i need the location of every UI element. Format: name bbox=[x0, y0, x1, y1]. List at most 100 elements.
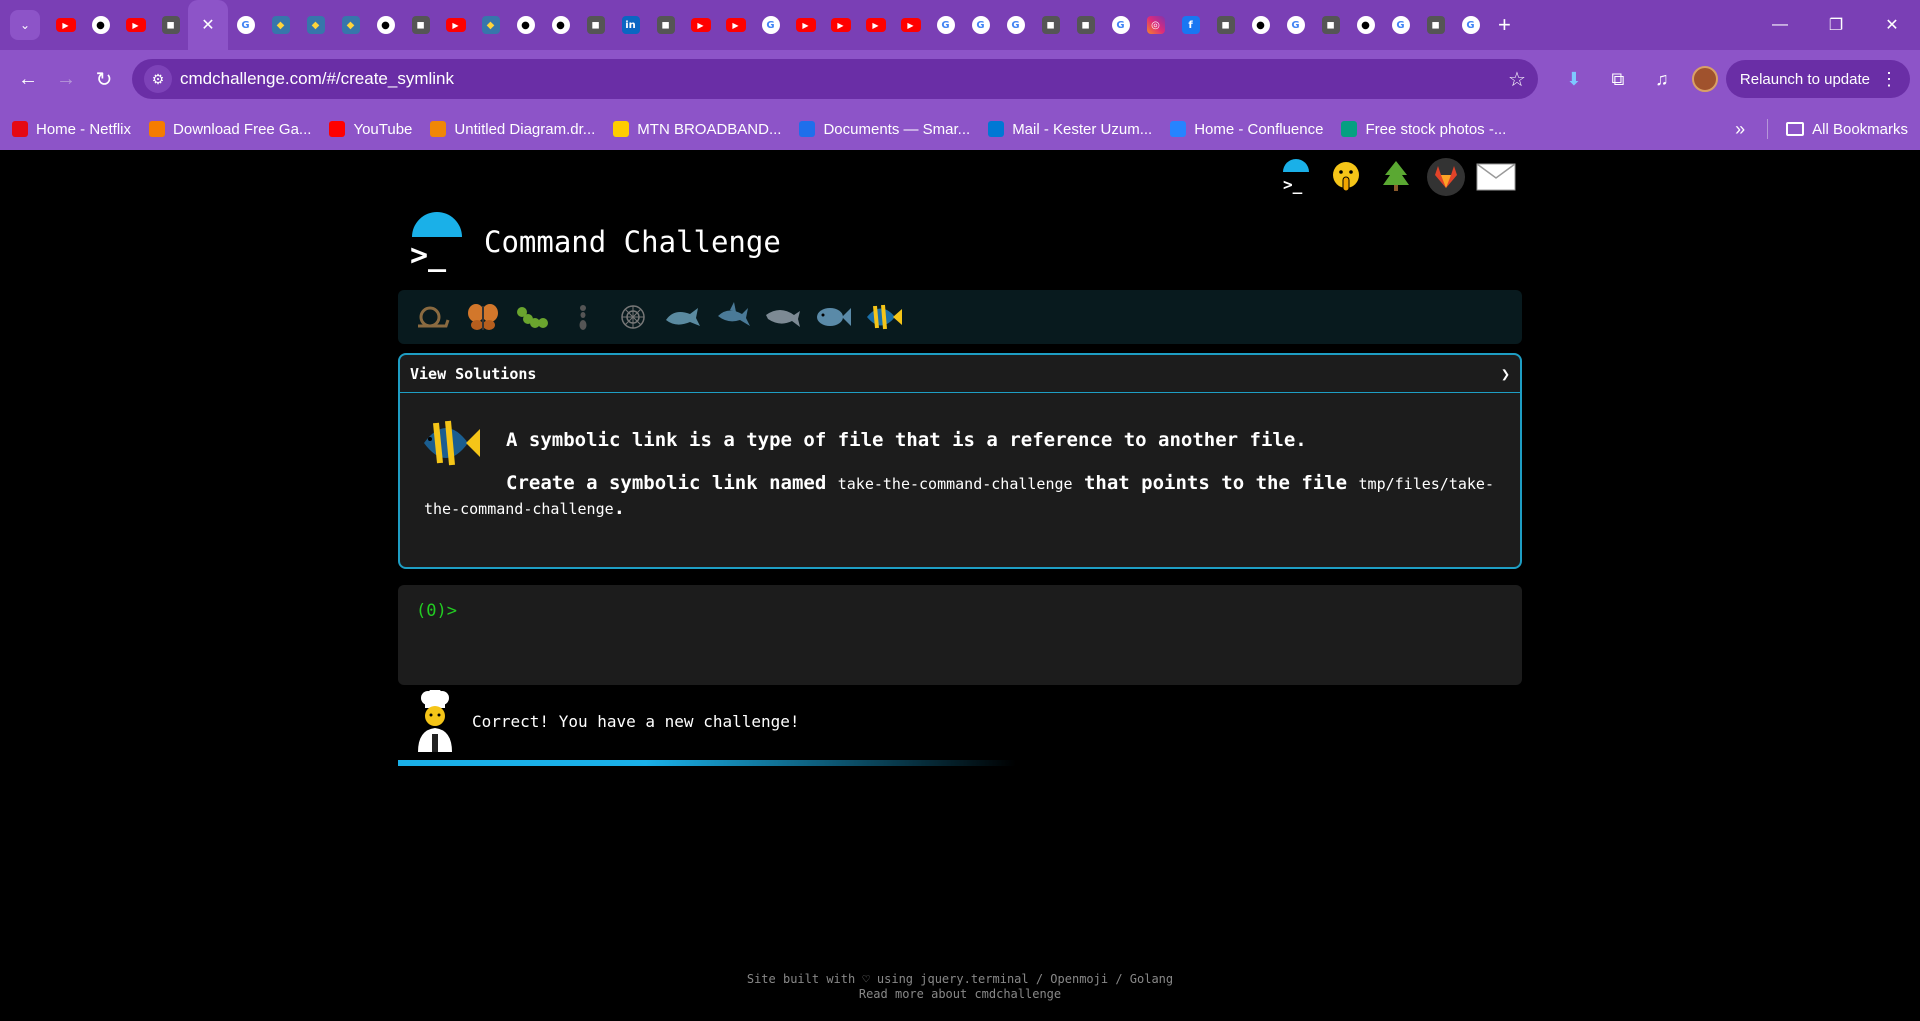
browser-tab[interactable]: ▶ bbox=[893, 0, 928, 50]
spider-web-icon[interactable] bbox=[608, 295, 658, 339]
footer-about-link[interactable]: Read more about cmdchallenge bbox=[0, 987, 1920, 1002]
browser-tab[interactable]: ◼ bbox=[153, 0, 188, 50]
browser-tab[interactable]: ▶ bbox=[438, 0, 473, 50]
browser-tab[interactable]: f bbox=[1173, 0, 1208, 50]
browser-tab[interactable]: ● bbox=[1348, 0, 1383, 50]
download-icon[interactable]: ⬇ bbox=[1556, 61, 1592, 97]
browser-tab[interactable]: G bbox=[1453, 0, 1488, 50]
browser-tab[interactable]: G bbox=[753, 0, 788, 50]
mail-icon[interactable] bbox=[1475, 156, 1517, 198]
bookmark-item[interactable]: Free stock photos -... bbox=[1341, 121, 1506, 138]
browser-tab[interactable]: ◼ bbox=[1033, 0, 1068, 50]
browser-tab[interactable]: ● bbox=[508, 0, 543, 50]
tab-search-button[interactable]: ⌄ bbox=[10, 10, 40, 40]
bookmark-item[interactable]: Home - Netflix bbox=[12, 121, 131, 138]
browser-tab[interactable]: ▶ bbox=[858, 0, 893, 50]
symlink-name-code: take-the-command-challenge bbox=[837, 475, 1073, 493]
terminal-prompt: (0)> bbox=[416, 601, 457, 621]
bookmark-item[interactable]: Download Free Ga... bbox=[149, 121, 311, 138]
footer-credits[interactable]: Site built with ♡ using jquery.terminal … bbox=[0, 972, 1920, 987]
bookmark-item[interactable]: Mail - Kester Uzum... bbox=[988, 121, 1152, 138]
browser-tab[interactable]: ▶ bbox=[823, 0, 858, 50]
browser-tab[interactable]: G bbox=[1383, 0, 1418, 50]
caterpillar-icon[interactable] bbox=[508, 295, 558, 339]
browser-tab[interactable]: G bbox=[228, 0, 263, 50]
tree-icon[interactable] bbox=[1375, 156, 1417, 198]
browser-tab[interactable]: ◆ bbox=[298, 0, 333, 50]
close-tab-icon[interactable]: ✕ bbox=[201, 15, 214, 35]
browser-tab[interactable]: ▶ bbox=[718, 0, 753, 50]
browser-tab[interactable]: ● bbox=[1243, 0, 1278, 50]
site-info-icon[interactable]: ⚙ bbox=[144, 65, 172, 93]
whale-icon[interactable] bbox=[658, 295, 708, 339]
browser-tab[interactable]: ◼ bbox=[648, 0, 683, 50]
browser-tab[interactable]: ◎ bbox=[1138, 0, 1173, 50]
dolphin-icon[interactable] bbox=[758, 295, 808, 339]
browser-tab[interactable]: ● bbox=[543, 0, 578, 50]
browser-tab[interactable]: ▶ bbox=[788, 0, 823, 50]
bookmark-item[interactable]: YouTube bbox=[329, 121, 412, 138]
browser-tab[interactable]: ● bbox=[83, 0, 118, 50]
browser-tab[interactable]: G bbox=[1103, 0, 1138, 50]
py-favicon-icon: ◆ bbox=[306, 16, 325, 34]
fish-icon[interactable] bbox=[808, 295, 858, 339]
browser-tab[interactable]: ◼ bbox=[403, 0, 438, 50]
active-tab[interactable]: ✕ bbox=[188, 0, 228, 50]
browser-tab[interactable]: ◼ bbox=[578, 0, 613, 50]
gh-favicon-icon: ● bbox=[1356, 16, 1375, 34]
bookmark-item[interactable]: Documents — Smar... bbox=[799, 121, 970, 138]
logo-icon[interactable]: >_ bbox=[398, 212, 462, 273]
terminal-input[interactable]: (0)> bbox=[398, 585, 1522, 685]
url-text[interactable]: cmdchallenge.com/#/create_symlink bbox=[180, 69, 1508, 89]
back-button[interactable]: ← bbox=[10, 61, 46, 97]
all-bookmarks-button[interactable]: All Bookmarks bbox=[1812, 121, 1908, 138]
browser-tab[interactable]: ◼ bbox=[1208, 0, 1243, 50]
bookmark-item[interactable]: Untitled Diagram.dr... bbox=[430, 121, 595, 138]
browser-tab[interactable]: ◆ bbox=[333, 0, 368, 50]
restore-button[interactable]: ❐ bbox=[1808, 0, 1864, 50]
more-menu-icon[interactable]: ⋮ bbox=[1880, 69, 1898, 90]
browser-tab[interactable]: ▶ bbox=[118, 0, 153, 50]
browser-tab[interactable]: ◼ bbox=[1068, 0, 1103, 50]
browser-tab[interactable]: G bbox=[998, 0, 1033, 50]
close-window-button[interactable]: ✕ bbox=[1864, 0, 1920, 50]
browser-tab[interactable]: ▶ bbox=[48, 0, 83, 50]
yt-favicon-icon: ▶ bbox=[795, 18, 816, 32]
forward-button[interactable]: → bbox=[48, 61, 84, 97]
g-favicon-icon: G bbox=[761, 16, 780, 34]
browser-tab[interactable]: ◼ bbox=[1418, 0, 1453, 50]
browser-tab[interactable]: G bbox=[963, 0, 998, 50]
shush-face-icon[interactable] bbox=[1325, 156, 1367, 198]
bookmark-item[interactable]: MTN BROADBAND... bbox=[613, 121, 781, 138]
butterfly-icon[interactable] bbox=[458, 295, 508, 339]
view-solutions-toggle[interactable]: View Solutions ❯ bbox=[400, 355, 1520, 393]
new-tab-button[interactable]: + bbox=[1498, 12, 1511, 38]
browser-tab[interactable]: ● bbox=[368, 0, 403, 50]
reload-button[interactable]: ↻ bbox=[86, 61, 122, 97]
terminal-icon[interactable]: >_ bbox=[1275, 156, 1317, 198]
challenge-panel: View Solutions ❯ A symbolic link is a ty… bbox=[398, 353, 1522, 569]
extensions-icon[interactable]: ⧉ bbox=[1600, 61, 1636, 97]
misc-favicon-icon: ◼ bbox=[656, 16, 675, 34]
snail-icon[interactable] bbox=[408, 295, 458, 339]
media-controls-icon[interactable]: ♫ bbox=[1644, 61, 1680, 97]
browser-tab[interactable]: ▶ bbox=[683, 0, 718, 50]
browser-tab[interactable]: ◆ bbox=[473, 0, 508, 50]
shark-icon[interactable] bbox=[708, 295, 758, 339]
browser-tab[interactable]: G bbox=[928, 0, 963, 50]
profile-avatar[interactable] bbox=[1691, 66, 1718, 92]
more-bookmarks-icon[interactable]: » bbox=[1735, 119, 1745, 140]
browser-tab[interactable]: ◼ bbox=[1313, 0, 1348, 50]
browser-tab[interactable]: in bbox=[613, 0, 648, 50]
relaunch-button[interactable]: Relaunch to update ⋮ bbox=[1725, 60, 1910, 98]
gitlab-icon[interactable] bbox=[1425, 156, 1467, 198]
tropical-fish-icon[interactable] bbox=[858, 295, 908, 339]
browser-tab[interactable]: ◆ bbox=[263, 0, 298, 50]
address-bar[interactable]: ⚙ cmdchallenge.com/#/create_symlink ☆ bbox=[132, 59, 1538, 99]
bookmark-star-icon[interactable]: ☆ bbox=[1508, 67, 1526, 92]
ant-icon[interactable] bbox=[558, 295, 608, 339]
browser-tab[interactable]: G bbox=[1278, 0, 1313, 50]
bookmark-item[interactable]: Home - Confluence bbox=[1170, 121, 1323, 138]
bookmarks-bar: Home - Netflix Download Free Ga... YouTube… bbox=[0, 108, 1920, 150]
minimize-button[interactable]: — bbox=[1752, 0, 1808, 50]
